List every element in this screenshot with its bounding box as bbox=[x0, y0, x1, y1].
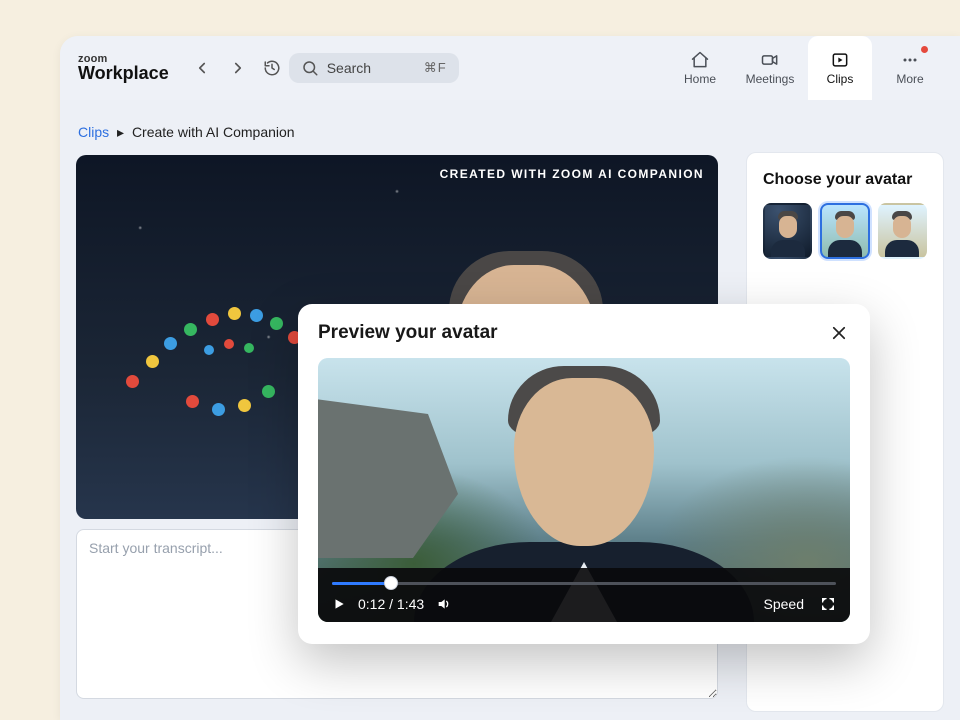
history-icon bbox=[263, 59, 281, 77]
brand: zoom Workplace bbox=[78, 55, 169, 81]
modal-title: Preview your avatar bbox=[318, 322, 498, 344]
tab-more-label: More bbox=[896, 72, 923, 86]
video-controls: 0:12 / 1:43 Speed bbox=[318, 568, 850, 622]
volume-icon bbox=[436, 596, 452, 612]
close-icon bbox=[830, 324, 848, 342]
avatar-video-preview[interactable]: 0:12 / 1:43 Speed bbox=[318, 358, 850, 622]
notification-dot bbox=[921, 46, 928, 53]
volume-button[interactable] bbox=[436, 596, 452, 612]
chevron-right-icon bbox=[229, 59, 247, 77]
chevron-left-icon bbox=[193, 59, 211, 77]
fullscreen-icon bbox=[820, 596, 836, 612]
tab-home-label: Home bbox=[684, 72, 716, 86]
tab-clips[interactable]: Clips bbox=[808, 36, 872, 100]
seek-progress bbox=[332, 582, 391, 585]
main-tabs: Home Meetings Clips More bbox=[668, 36, 942, 100]
avatar-panel-title: Choose your avatar bbox=[763, 171, 927, 189]
search-icon bbox=[301, 59, 319, 77]
modal-header: Preview your avatar bbox=[318, 322, 850, 344]
seek-bar[interactable] bbox=[332, 578, 836, 588]
home-icon bbox=[690, 50, 710, 70]
fullscreen-button[interactable] bbox=[820, 596, 836, 612]
time-display: 0:12 / 1:43 bbox=[358, 596, 424, 612]
breadcrumb: Clips ▸ Create with AI Companion bbox=[76, 112, 746, 155]
play-button[interactable] bbox=[332, 597, 346, 611]
breadcrumb-root[interactable]: Clips bbox=[78, 124, 109, 140]
nav-history bbox=[193, 59, 251, 77]
search-input[interactable]: Search ⌘F bbox=[289, 53, 459, 83]
seek-thumb[interactable] bbox=[384, 576, 398, 590]
brand-line2: Workplace bbox=[78, 65, 169, 81]
breadcrumb-sep-icon: ▸ bbox=[117, 124, 124, 140]
avatar-option-3[interactable] bbox=[878, 203, 927, 259]
tab-clips-label: Clips bbox=[827, 72, 854, 86]
search-shortcut: ⌘F bbox=[424, 60, 447, 76]
speed-button[interactable]: Speed bbox=[764, 596, 804, 612]
play-icon bbox=[332, 597, 346, 611]
ai-badge: CREATED WITH ZOOM AI COMPANION bbox=[440, 167, 704, 181]
tab-home[interactable]: Home bbox=[668, 36, 732, 100]
back-button[interactable] bbox=[193, 59, 215, 77]
history-button[interactable] bbox=[263, 59, 285, 77]
avatar-options bbox=[763, 203, 927, 259]
search-placeholder: Search bbox=[327, 60, 371, 76]
forward-button[interactable] bbox=[229, 59, 251, 77]
avatar-option-2[interactable] bbox=[820, 203, 869, 259]
more-icon bbox=[900, 50, 920, 70]
video-icon bbox=[760, 50, 780, 70]
tab-more[interactable]: More bbox=[878, 36, 942, 100]
tab-meetings[interactable]: Meetings bbox=[738, 36, 802, 100]
close-button[interactable] bbox=[828, 322, 850, 344]
clips-icon bbox=[830, 50, 850, 70]
seek-track bbox=[332, 582, 836, 585]
avatar-option-1[interactable] bbox=[763, 203, 812, 259]
preview-avatar-modal: Preview your avatar 0:12 / 1:43 bbox=[298, 304, 870, 644]
tab-meetings-label: Meetings bbox=[746, 72, 795, 86]
breadcrumb-current: Create with AI Companion bbox=[132, 124, 295, 140]
topbar: zoom Workplace Search ⌘F Home bbox=[60, 36, 960, 100]
